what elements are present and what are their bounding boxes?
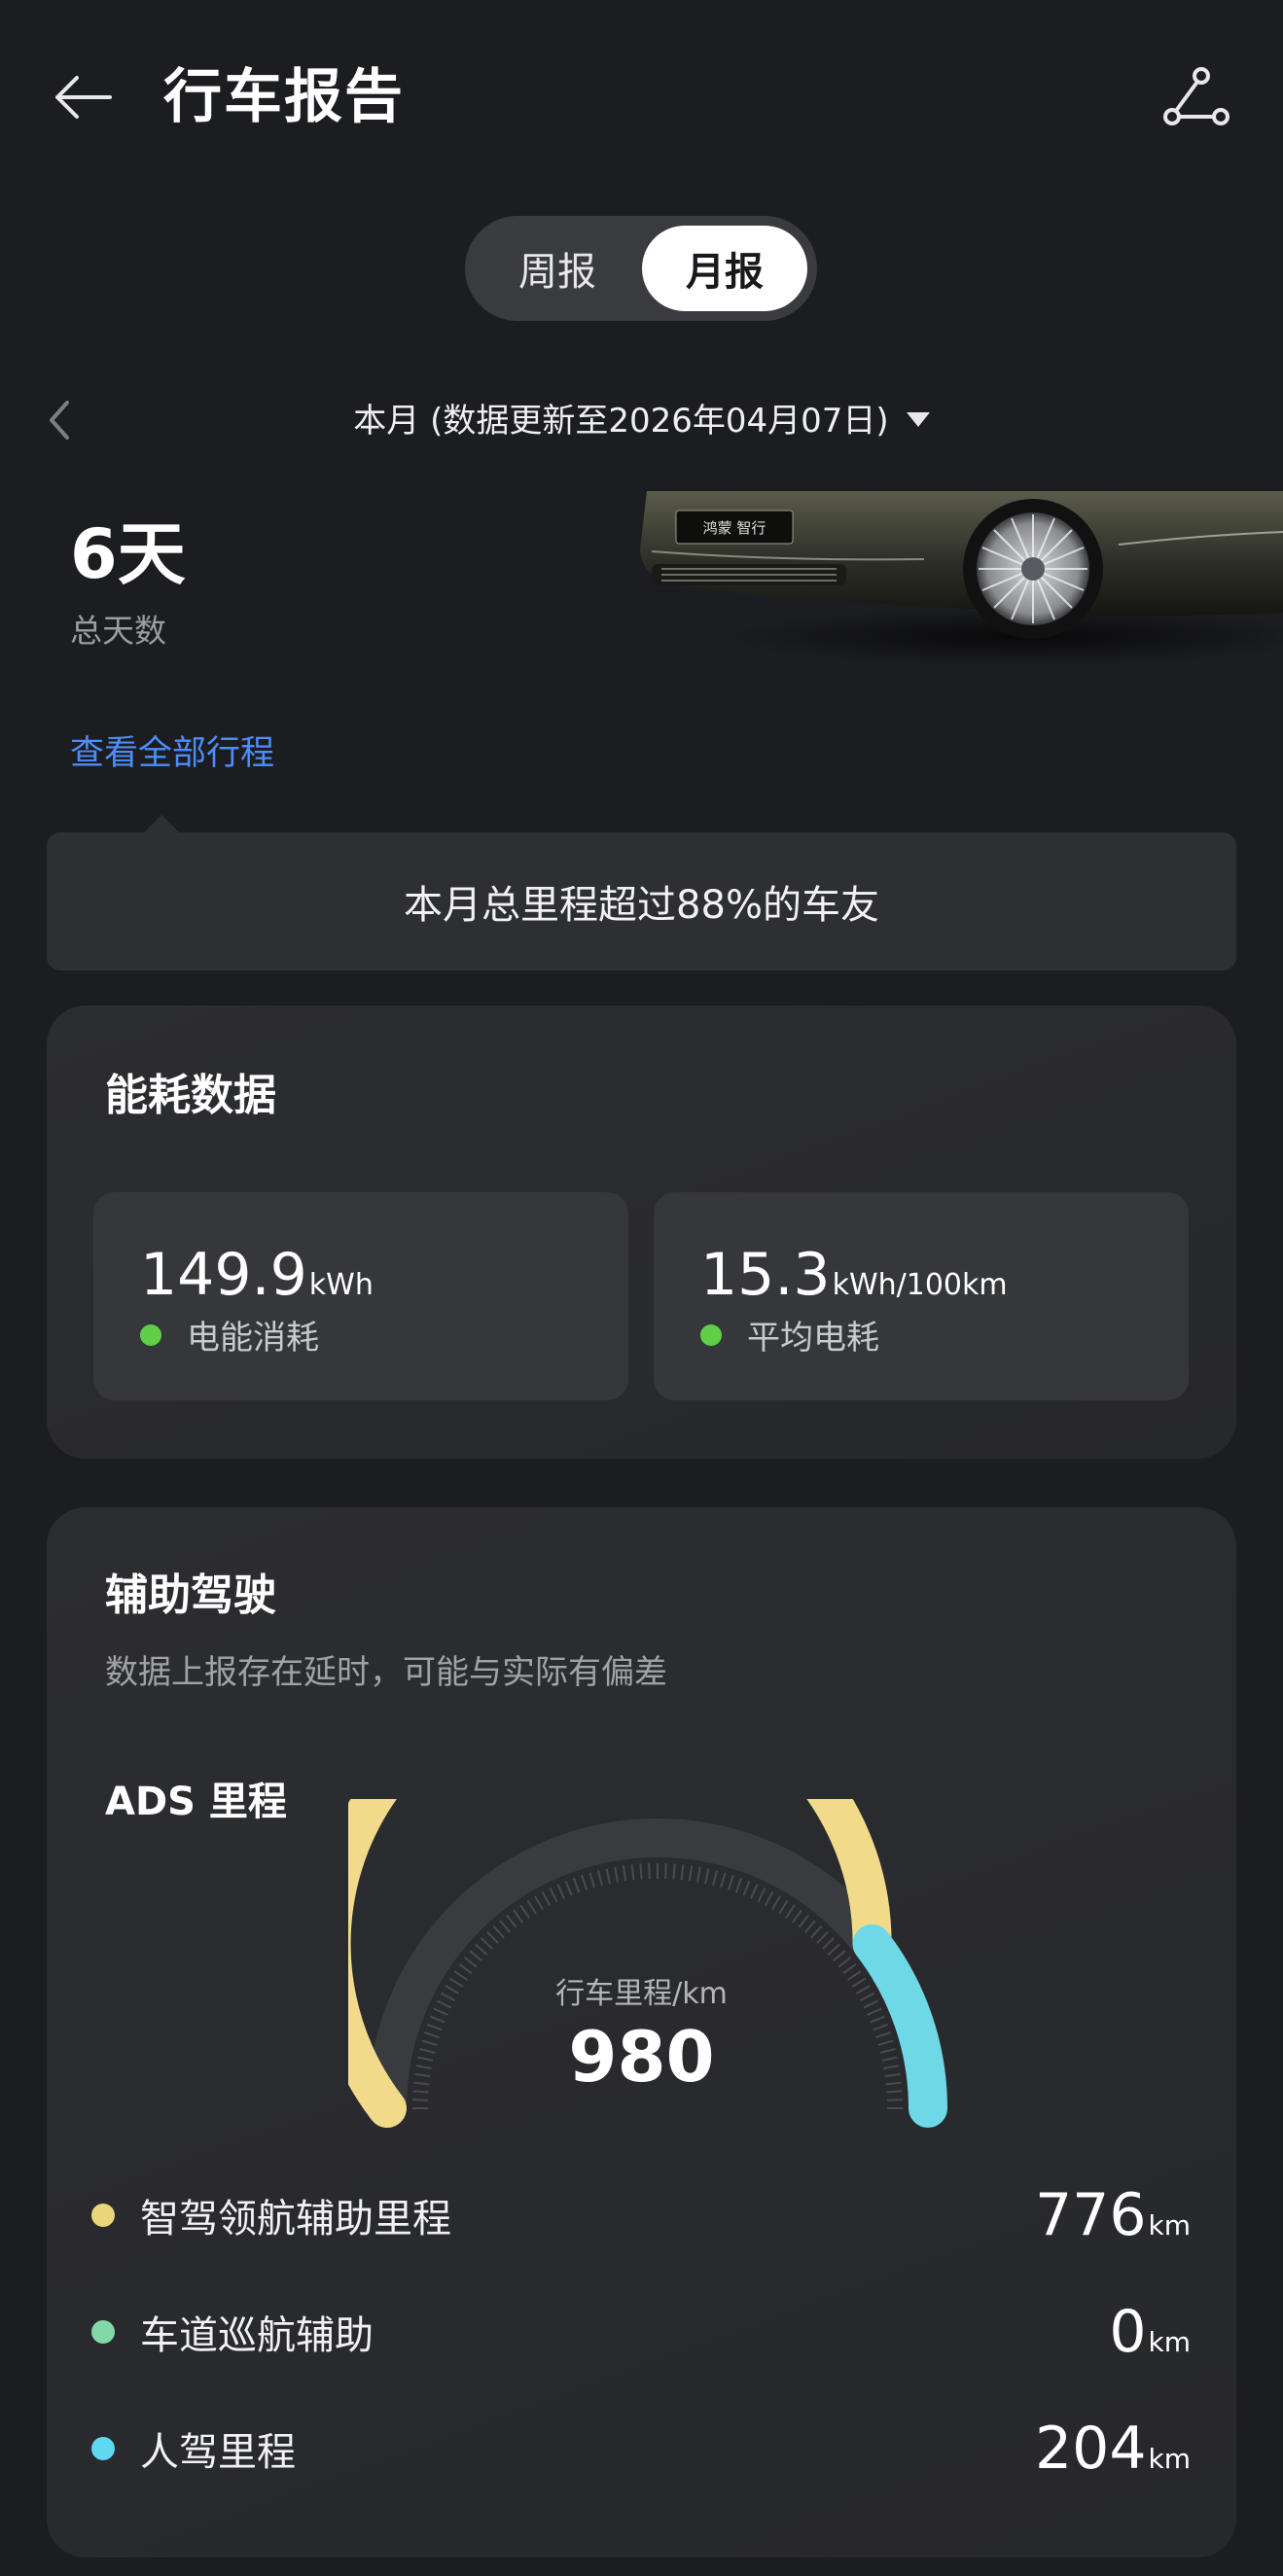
tab-monthly[interactable]: 月报 — [642, 226, 807, 311]
car-badge: 鸿蒙 智行 — [703, 519, 766, 537]
assisted-driving-card: 辅助驾驶 数据上报存在延时，可能与实际有偏差 ADS 里程 行车里程/km 98… — [47, 1507, 1236, 2558]
average-consumption-tile: 15.3kWh/100km 平均电耗 — [654, 1192, 1189, 1400]
total-days-value: 6天 — [70, 514, 186, 594]
status-dot — [700, 1323, 722, 1346]
legend-dot — [91, 2204, 115, 2227]
status-dot — [140, 1323, 161, 1346]
gauge-label: 行车里程/km — [555, 1977, 728, 2011]
ads-mileage-title: ADS 里程 — [105, 1780, 287, 1824]
assisted-driving-title: 辅助驾驶 — [105, 1570, 276, 1620]
total-days-label: 总天数 — [70, 612, 166, 650]
period-selector[interactable]: 本月 (数据更新至2026年04月07日) — [0, 397, 1283, 445]
legend-dot — [91, 2437, 115, 2460]
energy-consumption-value: 149.9kWh — [140, 1241, 374, 1309]
share-button[interactable] — [1148, 58, 1245, 136]
energy-consumption-label: 电能消耗 — [140, 1311, 319, 1359]
legend-dot — [91, 2320, 115, 2344]
data-delay-note: 数据上报存在延时，可能与实际有偏差 — [105, 1653, 667, 1692]
energy-card: 能耗数据 149.9kWh 电能消耗 15.3kWh/100km 平均电耗 — [47, 1006, 1236, 1459]
page-title: 行车报告 — [163, 63, 405, 131]
report-type-toggle: 周报 月报 — [465, 216, 817, 321]
arrow-left-icon — [55, 76, 112, 119]
gauge-total-value: 980 — [568, 2016, 715, 2098]
back-button[interactable] — [39, 58, 126, 136]
legend-lane-cruise-assist: 车道巡航辅助 0km — [91, 2293, 1191, 2371]
view-all-trips-link[interactable]: 查看全部行程 — [70, 725, 274, 775]
energy-title: 能耗数据 — [105, 1071, 276, 1120]
legend-manual-driving: 人驾里程 204km — [91, 2410, 1191, 2488]
triangle-down-icon — [906, 412, 930, 427]
legend-navigation-assist: 智驾领航辅助里程 776km — [91, 2176, 1191, 2254]
average-consumption-label: 平均电耗 — [700, 1311, 879, 1359]
period-label: 本月 (数据更新至2026年04月07日) — [353, 402, 889, 441]
share-icon — [1163, 67, 1230, 125]
tab-weekly[interactable]: 周报 — [475, 226, 640, 311]
car-image: 鸿蒙 智行 — [640, 491, 1283, 666]
banner-pointer — [142, 815, 181, 834]
average-consumption-value: 15.3kWh/100km — [700, 1241, 1008, 1309]
energy-consumption-tile: 149.9kWh 电能消耗 — [93, 1192, 628, 1400]
mileage-ranking-banner: 本月总里程超过88%的车友 — [47, 832, 1236, 970]
